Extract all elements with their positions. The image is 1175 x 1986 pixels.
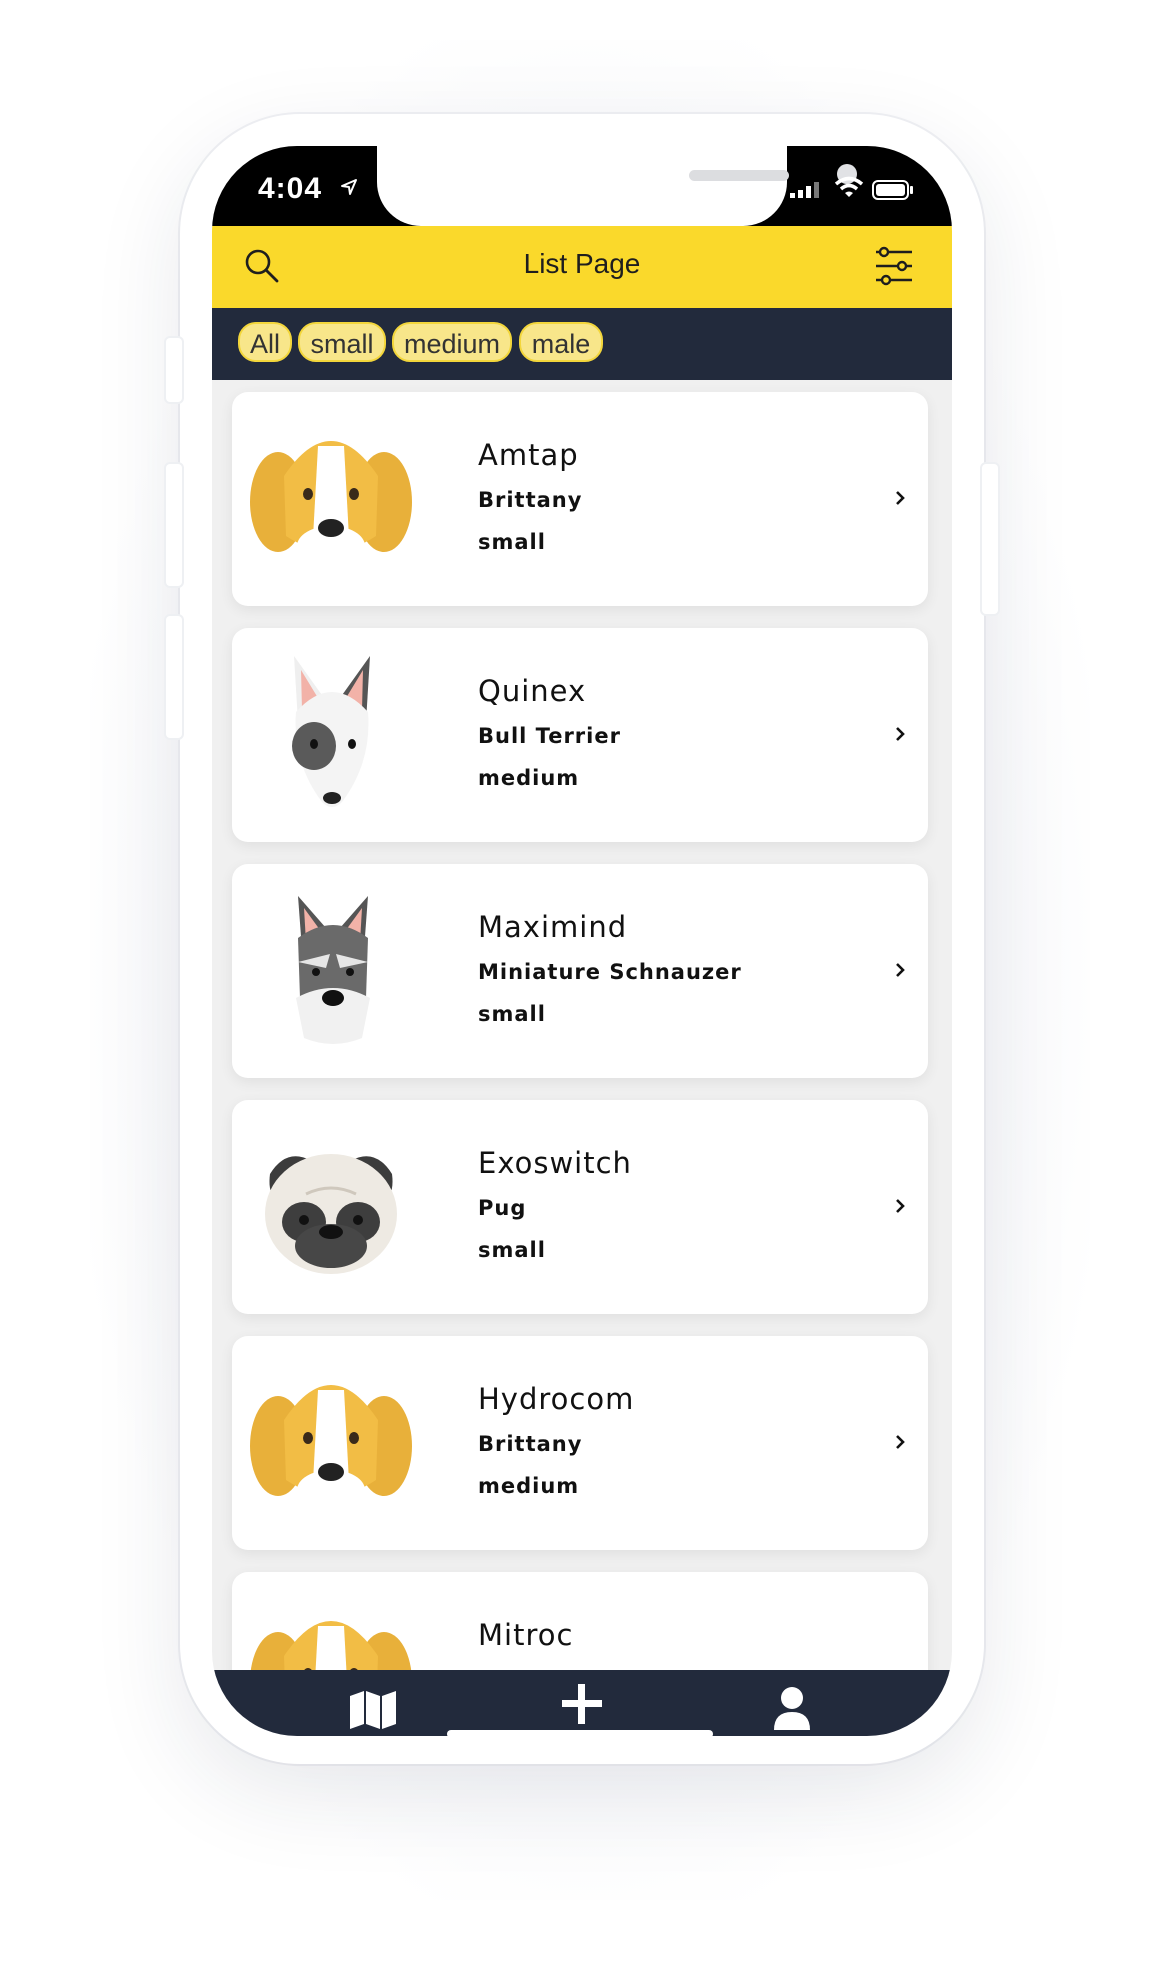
status-time: 4:04 [258,172,323,205]
list-item[interactable]: Amtap Brittany small [232,392,928,606]
dog-size: small [478,530,546,554]
page-title: List Page [523,248,641,279]
volume-up-button [166,464,182,586]
location-arrow-icon [341,179,357,195]
list-item[interactable]: Hydrocom Brittany medium [232,1336,928,1550]
dog-breed: Brittany [478,1432,583,1456]
dog-name: Hydrocom [478,1382,635,1416]
chevron-right-icon [896,963,905,977]
filter-chip-small[interactable]: small [298,322,386,362]
speaker [689,170,789,181]
dog-size: small [478,1002,546,1026]
add-icon[interactable] [562,1684,602,1724]
notch [377,146,857,226]
chevron-right-icon [896,727,905,741]
filter-chip-bar: All small medium male [212,308,952,380]
wifi-icon [834,176,864,197]
list-item[interactable]: Exoswitch Pug small [232,1100,928,1314]
schnauzer-dog-avatar [296,896,370,1044]
filter-chip-medium[interactable]: medium [392,322,512,362]
brittany-dog-avatar [250,1385,412,1510]
list-item[interactable]: Maximind Miniature Schnauzer small [232,864,928,1078]
dog-name: Maximind [478,910,628,944]
dog-size: medium [478,1474,580,1498]
status-bar: 4:04 [212,146,952,226]
bottom-tab-bar [212,1670,952,1736]
dog-name: Amtap [478,438,579,472]
filter-sliders-icon[interactable] [872,244,916,288]
power-button [982,464,998,614]
dog-name: Quinex [478,674,587,708]
dog-size: small [478,1238,546,1262]
mute-switch [166,338,182,402]
dog-size: medium [478,766,580,790]
bull-terrier-dog-avatar [292,656,370,807]
chevron-right-icon [896,491,905,505]
dog-breed: Bull Terrier [478,724,621,748]
filter-chip-male[interactable]: male [519,322,603,362]
app-header: List Page [212,226,952,308]
chevron-right-icon [896,1435,905,1449]
dog-breed: Pug [478,1196,527,1220]
volume-down-button [166,616,182,738]
dog-breed: Brittany [478,488,583,512]
signal-icon [790,182,819,198]
filter-chip-all[interactable]: All [238,322,292,362]
brittany-dog-avatar [250,441,412,566]
battery-icon [872,180,913,200]
list-item[interactable]: Quinex Bull Terrier medium [232,628,928,842]
dog-breed: Miniature Schnauzer [478,960,742,984]
dog-name: Exoswitch [478,1146,632,1180]
map-icon[interactable] [348,1690,398,1730]
user-icon[interactable] [772,1686,812,1732]
dog-name: Mitroc [478,1618,574,1652]
pug-dog-avatar [265,1154,397,1274]
chevron-right-icon [896,1199,905,1213]
phone-screen: 4:04 List Page All small medium male Amt… [212,146,952,1736]
home-indicator[interactable] [447,1730,713,1736]
